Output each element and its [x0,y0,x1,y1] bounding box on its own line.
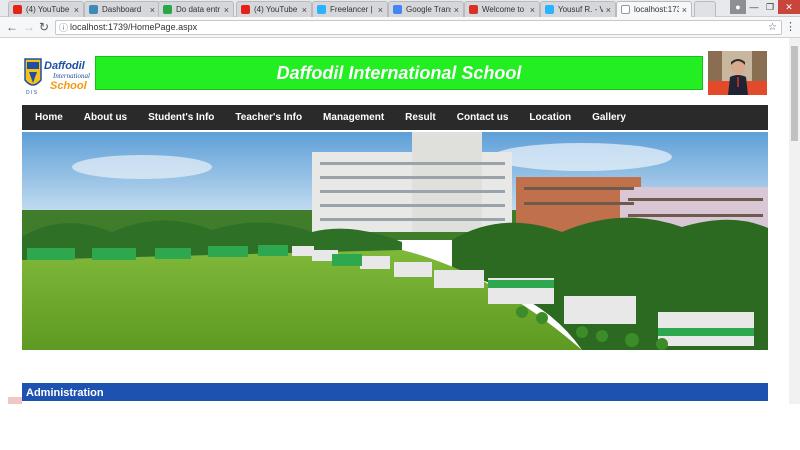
minimize-button[interactable]: — [746,0,762,14]
tab-title: Welcome to [482,5,525,14]
logo-line1: Daffodil [44,60,86,72]
school-name-banner: Daffodil International School [95,56,703,90]
close-tab-icon[interactable]: × [378,5,383,15]
gmail-icon [469,5,478,14]
page-scrollbar[interactable] [789,38,800,404]
tab-title: Do data entr [176,5,221,14]
tab-title: Dashboard [102,5,142,14]
close-tab-icon[interactable]: × [150,5,155,15]
close-tab-icon[interactable]: × [682,5,687,15]
bookmark-star-icon[interactable]: ☆ [768,21,777,34]
administration-title: Administration [26,387,104,399]
freelancer-icon [545,5,554,14]
main-navigation: Home About us Student's Info Teacher's Info… [22,105,768,130]
administration-section-header: Administration [22,383,768,401]
logo-line2: International [52,72,90,80]
browser-tab[interactable]: Do data entr × [158,1,234,17]
nav-item-result[interactable]: Result [392,112,436,123]
nav-item-management[interactable]: Management [310,112,384,123]
page-viewport: Daffodil International School D I S Daff… [0,38,789,404]
forward-button[interactable]: → [23,20,35,34]
dashboard-icon [89,5,98,14]
window-controls: ● — ❐ ✕ [730,0,800,14]
tab-title: Google Trans [406,5,451,14]
browser-tab[interactable]: (4) YouTube × [8,1,84,17]
logo-shield-icon: Daffodil International School D I S [24,58,90,96]
browser-toolbar: ← → ↻ ⓘ localhost:1739/HomePage.aspx ☆ ⋮ [0,17,800,38]
nav-item-home[interactable]: Home [22,112,63,123]
nav-item-teacher-s-info[interactable]: Teacher's Info [222,112,302,123]
tab-title: localhost:173 [634,5,679,14]
freelancer-icon [317,5,326,14]
campus-hero-image [22,132,768,350]
browser-tab[interactable]: localhost:173 × [616,1,692,17]
tab-title: (4) YouTube [254,5,298,14]
nav-item-gallery[interactable]: Gallery [579,112,626,123]
close-tab-icon[interactable]: × [74,5,79,15]
address-bar[interactable]: ⓘ localhost:1739/HomePage.aspx ☆ [55,20,782,35]
new-tab-button[interactable] [694,1,716,17]
close-tab-icon[interactable]: × [302,5,307,15]
browser-tab[interactable]: Welcome to × [464,1,540,17]
close-tab-icon[interactable]: × [530,5,535,15]
nav-item-location[interactable]: Location [516,112,571,123]
browser-tab[interactable]: Yousuf R. - V × [540,1,616,17]
back-button[interactable]: ← [6,20,18,34]
browser-tab[interactable]: (4) YouTube × [236,1,312,17]
tab-title: Yousuf R. - V [558,5,603,14]
page-icon [621,5,630,14]
tab-title: (4) YouTube [26,5,70,14]
browser-tab[interactable]: Freelancer | × [312,1,388,17]
youtube-icon [13,5,22,14]
browser-tab[interactable]: Google Trans × [388,1,464,17]
logo-line3: School [50,80,88,92]
close-window-button[interactable]: ✕ [778,0,800,14]
svg-text:D I S: D I S [26,90,38,96]
school-logo[interactable]: Daffodil International School D I S [22,56,92,96]
youtube-icon [241,5,250,14]
upwork-icon [163,5,172,14]
browser-tab[interactable]: Dashboard × [84,1,160,17]
decorative-strip [8,397,22,404]
nav-item-contact-us[interactable]: Contact us [444,112,509,123]
scrollbar-thumb[interactable] [791,46,798,141]
close-tab-icon[interactable]: × [606,5,611,15]
info-icon[interactable]: ⓘ [59,22,68,35]
nav-item-student-s-info[interactable]: Student's Info [135,112,214,123]
nav-item-about-us[interactable]: About us [71,112,127,123]
address-text: localhost:1739/HomePage.aspx [70,22,198,32]
close-tab-icon[interactable]: × [454,5,459,15]
tab-strip: (4) YouTube × Dashboard × Do data entr × (4) Y… [0,0,800,17]
user-icon[interactable]: ● [730,0,746,14]
tab-title: Freelancer | [330,5,373,14]
close-tab-icon[interactable]: × [224,5,229,15]
reload-button[interactable]: ↻ [39,20,49,34]
maximize-button[interactable]: ❐ [762,0,778,14]
google-translate-icon [393,5,402,14]
menu-icon[interactable]: ⋮ [785,20,796,33]
school-name-title: Daffodil International School [276,62,522,83]
principal-photo [708,51,767,95]
